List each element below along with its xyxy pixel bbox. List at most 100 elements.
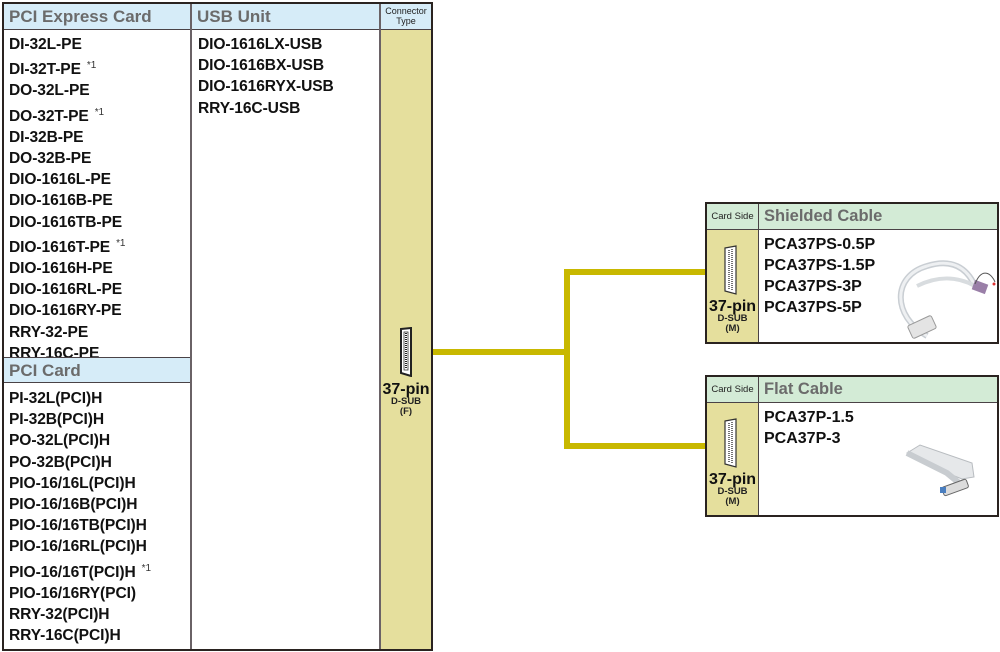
board-model-item: PIO-16/16TB(PCI)H [9, 515, 151, 536]
footnote-marker: *1 [86, 60, 97, 72]
connector-gender: (F) [399, 406, 413, 417]
wire-trunk [433, 349, 569, 355]
board-model-item: PI-32L(PCI)H [9, 388, 151, 409]
board-model-name: PIO-16/16B(PCI)H [9, 496, 138, 514]
board-model-item: DIO-1616T-PE *1 [9, 233, 125, 258]
card-side-column: 37-pin D-SUB (M) [707, 230, 759, 342]
column-divider [190, 4, 192, 649]
pci-express-card-list: DI-32L-PE DI-32T-PE *1 DO-32L-PE DO-32T-PE *1… [9, 34, 125, 364]
board-model-item: PO-32L(PCI)H [9, 430, 151, 451]
connector-pin-count: 37-pin [382, 381, 430, 398]
connector-header-line1: Connector [385, 6, 427, 16]
connector-label: 37-pin D-SUB (F) [381, 382, 431, 417]
board-model-item: RRY-32(PCI)H [9, 604, 151, 625]
board-model-item: PIO-16/16RY(PCI) [9, 583, 151, 604]
board-model-item: RRY-32-PE [9, 322, 125, 343]
footnote-marker: *1 [94, 106, 104, 118]
board-model-name: DIO-1616T-PE [9, 238, 111, 256]
board-model-item: DI-32L-PE [9, 34, 125, 55]
board-model-item: PI-32B(PCI)H [9, 409, 151, 430]
board-model-item: DIO-1616RL-PE [9, 279, 125, 300]
board-model-item: PIO-16/16RL(PCI)H [9, 536, 151, 557]
card-side-pin-count: 37-pin [708, 471, 757, 488]
board-model-item: DIO-1616RYX-USB [198, 76, 334, 97]
cable-model-item: PCA37PS-5P [764, 299, 862, 316]
board-model-item: PIO-16/16B(PCI)H [9, 494, 151, 515]
board-model-name: DO-32T-PE [9, 107, 89, 125]
board-model-name: DO-32B-PE [9, 150, 92, 168]
board-model-name: PI-32L(PCI)H [9, 390, 103, 407]
dsub-female-connector-icon [400, 327, 412, 377]
board-model-item: DO-32B-PE [9, 148, 125, 169]
flat-cable-image [905, 444, 975, 497]
board-model-item: RRY-16C(PCI)H [9, 625, 151, 646]
board-model-name: DIO-1616TB-PE [9, 213, 123, 231]
pci-card-list: PI-32L(PCI)H PI-32B(PCI)H PO-32L(PCI)H PO-3… [9, 388, 151, 646]
card-side-label: 37-pin D-SUB (M) [707, 472, 758, 507]
shielded-cable-image [897, 260, 996, 339]
wire-branch-flat [564, 443, 707, 449]
board-model-name: RRY-16C(PCI)H [9, 627, 121, 645]
footnote-marker: *1 [141, 562, 151, 574]
board-model-item: DI-32T-PE *1 [9, 55, 125, 80]
card-side-gender: (M) [725, 496, 740, 507]
board-model-item: DIO-1616B-PE [9, 190, 125, 211]
board-model-name: PIO-16/16T(PCI)H [9, 563, 136, 581]
board-model-item: DIO-1616L-PE [9, 169, 125, 190]
flat-cable-box: Card Side Flat Cable 37-pin D-SUB (M) PC… [705, 375, 999, 517]
card-side-column: 37-pin D-SUB (M) [707, 403, 759, 515]
board-model-item: PIO-16/16L(PCI)H [9, 473, 151, 494]
board-model-item: RRY-16C-USB [198, 98, 334, 119]
wire-vertical [564, 269, 570, 449]
usb-unit-header: USB Unit [192, 4, 379, 30]
board-model-item: DIO-1616H-PE [9, 258, 125, 279]
cable-model-item: PCA37PS-3P [764, 278, 862, 295]
board-model-name: PIO-16/16RL(PCI)H [9, 538, 147, 556]
board-model-item: DI-32B-PE [9, 127, 125, 148]
board-model-name: DO-32L-PE [9, 82, 90, 100]
footnote-marker: *1 [116, 237, 126, 249]
board-model-name: DIO-1616H-PE [9, 260, 113, 278]
board-model-name: RRY-16C-USB [198, 99, 301, 117]
pci-express-card-header: PCI Express Card [4, 4, 190, 30]
board-model-name: DI-32L-PE [9, 36, 82, 53]
shielded-cable-title: Shielded Cable [759, 204, 997, 230]
board-model-name: DIO-1616LX-USB [198, 36, 323, 53]
board-model-name: DI-32B-PE [9, 128, 84, 146]
board-model-name: DIO-1616RYX-USB [198, 78, 334, 96]
board-model-name: DIO-1616BX-USB [198, 57, 324, 75]
connector-type-header: Connector Type [381, 4, 431, 30]
cable-model-item: PCA37PS-0.5P [764, 236, 876, 253]
board-model-name: DIO-1616RY-PE [9, 302, 122, 320]
card-side-gender: (M) [725, 323, 740, 334]
board-model-name: RRY-32-PE [9, 323, 89, 341]
flat-cable-models: PCA37P-1.5 PCA37P-3 [764, 407, 854, 449]
card-side-header: Card Side [707, 377, 759, 403]
dsub-male-connector-icon [724, 418, 737, 468]
cable-model-item: PCA37P-1.5 [764, 409, 854, 426]
board-model-name: RRY-32(PCI)H [9, 606, 110, 624]
wire-branch-shielded [564, 269, 707, 275]
board-model-item: DIO-1616LX-USB [198, 34, 334, 55]
board-model-name: DIO-1616L-PE [9, 171, 111, 189]
card-side-label: 37-pin D-SUB (M) [707, 299, 758, 334]
connector-type-column: Connector Type 37-pin D-SUB (F) [379, 4, 431, 649]
compatible-boards-table: PCI Express Card USB Unit DI-32L-PE DI-32… [2, 2, 433, 651]
card-side-header: Card Side [707, 204, 759, 230]
board-model-name: PIO-16/16TB(PCI)H [9, 517, 147, 535]
board-model-item: DO-32L-PE [9, 80, 125, 101]
shielded-cable-models: PCA37PS-0.5P PCA37PS-1.5P PCA37PS-3P PCA37P… [764, 234, 875, 318]
board-model-item: DIO-1616RY-PE [9, 300, 125, 321]
board-model-item: DIO-1616BX-USB [198, 55, 334, 76]
dsub-male-connector-icon [724, 245, 737, 295]
board-model-name: PIO-16/16L(PCI)H [9, 474, 136, 492]
board-model-item: PIO-16/16T(PCI)H *1 [9, 558, 151, 583]
board-model-item: DO-32T-PE *1 [9, 102, 125, 127]
shielded-cable-box: Card Side Shielded Cable 37-pin D-SUB (M… [705, 202, 999, 344]
usb-unit-list: DIO-1616LX-USB DIO-1616BX-USB DIO-1616RYX-… [198, 34, 334, 119]
cable-model-item: PCA37P-3 [764, 430, 841, 447]
pci-card-header: PCI Card [4, 357, 190, 383]
board-model-name: PIO-16/16RY(PCI) [9, 584, 136, 602]
board-model-name: PO-32B(PCI)H [9, 453, 112, 471]
flat-cable-title: Flat Cable [759, 377, 997, 403]
